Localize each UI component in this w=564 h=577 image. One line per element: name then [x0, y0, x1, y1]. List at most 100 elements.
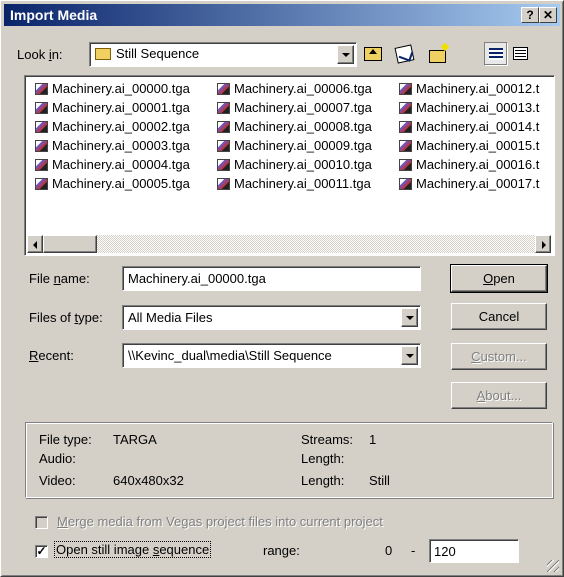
image-file-icon	[217, 178, 230, 190]
list-item[interactable]: Machinery.ai_00004.tga	[35, 156, 213, 174]
list-item[interactable]: Machinery.ai_00016.t	[399, 156, 549, 174]
range-end-value: 120	[434, 544, 456, 559]
chevron-down-icon[interactable]	[401, 346, 418, 365]
recent-label-accel: R	[29, 348, 39, 363]
range-label: range:	[263, 543, 300, 558]
open-button-label: pen	[493, 271, 515, 286]
chevron-down-icon[interactable]	[337, 45, 354, 64]
open-button[interactable]: Open	[450, 264, 548, 293]
recent-label-text: ecent:	[38, 348, 74, 363]
file-name-input[interactable]: Machinery.ai_00000.tga	[122, 266, 421, 291]
image-file-icon	[35, 83, 48, 95]
recent-value: \\Kevinc_dual\media\Still Sequence	[128, 348, 332, 363]
audio-length-label: Length:	[301, 451, 345, 466]
scroll-left-icon[interactable]	[27, 235, 43, 253]
image-file-icon	[35, 178, 48, 190]
list-item[interactable]: Machinery.ai_00001.tga	[35, 99, 213, 117]
list-item[interactable]: Machinery.ai_00006.tga	[217, 80, 395, 98]
file-name-text: Machinery.ai_00006.tga	[234, 81, 372, 96]
file-name-text: Machinery.ai_00013.t	[416, 100, 540, 115]
list-item[interactable]: Machinery.ai_00009.tga	[217, 137, 395, 155]
list-item[interactable]: Machinery.ai_00002.tga	[35, 118, 213, 136]
list-item[interactable]: Machinery.ai_00005.tga	[35, 175, 213, 193]
file-name-text: Machinery.ai_00012.t	[416, 81, 540, 96]
image-file-icon	[35, 140, 48, 152]
list-item[interactable]: Machinery.ai_00014.t	[399, 118, 549, 136]
list-item[interactable]: Machinery.ai_00007.tga	[217, 99, 395, 117]
merge-checkbox[interactable]	[35, 516, 48, 529]
image-file-icon	[217, 102, 230, 114]
chevron-down-icon[interactable]	[401, 308, 418, 327]
image-file-icon	[217, 159, 230, 171]
file-name-text: Machinery.ai_00015.t	[416, 138, 540, 153]
custom-button-label: ustom...	[480, 349, 527, 364]
file-name-text: Machinery.ai_00010.tga	[234, 157, 372, 172]
scroll-thumb[interactable]	[43, 235, 97, 253]
file-name-text: Machinery.ai_00001.tga	[52, 100, 190, 115]
image-file-icon	[399, 178, 412, 190]
custom-button-accel: C	[471, 349, 481, 364]
merge-label-accel: M	[57, 514, 68, 529]
files-of-type-combo[interactable]: All Media Files	[122, 305, 421, 330]
image-file-icon	[399, 102, 412, 114]
files-of-type-label: Files of type:	[29, 310, 103, 325]
file-name-text: Machinery.ai_00003.tga	[52, 138, 190, 153]
help-button[interactable]: ?	[521, 7, 539, 23]
file-type-label: File type:	[39, 432, 92, 447]
import-media-dialog: Import Media ? ✕ Look in: Still Sequence…	[0, 0, 564, 577]
file-name-text: Machinery.ai_00008.tga	[234, 119, 372, 134]
image-file-icon	[35, 159, 48, 171]
list-item[interactable]: Machinery.ai_00010.tga	[217, 156, 395, 174]
list-item[interactable]: Machinery.ai_00015.t	[399, 137, 549, 155]
video-label: Video:	[39, 473, 76, 488]
video-value: 640x480x32	[113, 473, 184, 488]
streams-label: Streams:	[301, 432, 354, 447]
scroll-right-icon[interactable]	[535, 235, 551, 253]
image-file-icon	[217, 83, 230, 95]
title-bar[interactable]: Import Media ? ✕	[4, 4, 560, 26]
media-info-group	[25, 422, 553, 498]
recent-label: Recent:	[29, 348, 74, 363]
file-name-label-text: File	[29, 271, 54, 286]
list-view-icon[interactable]	[484, 42, 508, 66]
close-button[interactable]: ✕	[539, 7, 557, 23]
files-of-type-value: All Media Files	[128, 310, 213, 325]
look-in-label-text: Look	[17, 47, 49, 62]
range-separator: -	[411, 543, 416, 558]
resize-grip[interactable]	[547, 560, 559, 572]
list-item[interactable]: Machinery.ai_00013.t	[399, 99, 549, 117]
image-file-icon	[217, 140, 230, 152]
up-folder-icon[interactable]	[362, 43, 384, 65]
cancel-button[interactable]: Cancel	[451, 303, 547, 330]
list-item[interactable]: Machinery.ai_00012.t	[399, 80, 549, 98]
list-item[interactable]: Machinery.ai_00011.tga	[217, 175, 395, 193]
list-item[interactable]: Machinery.ai_00008.tga	[217, 118, 395, 136]
folder-icon	[95, 48, 111, 60]
image-file-icon	[35, 102, 48, 114]
files-of-type-label-text-end: ype:	[78, 310, 103, 325]
list-item[interactable]: Machinery.ai_00003.tga	[35, 137, 213, 155]
about-button-accel: A	[476, 388, 486, 403]
file-name-value: Machinery.ai_00000.tga	[128, 271, 266, 286]
list-item[interactable]: Machinery.ai_00017.t	[399, 175, 549, 193]
image-file-icon	[399, 121, 412, 133]
image-file-icon	[217, 121, 230, 133]
open-sequence-checkbox[interactable]: ✓	[35, 545, 48, 558]
look-in-label: Look in:	[17, 47, 63, 62]
video-length-label: Length:	[301, 473, 345, 488]
horizontal-scrollbar[interactable]	[27, 235, 551, 253]
merge-label-text: erge media from Vegas project files into…	[67, 514, 383, 529]
details-view-icon[interactable]	[510, 43, 532, 65]
new-folder-icon[interactable]	[428, 42, 450, 65]
list-item[interactable]: Machinery.ai_00000.tga	[35, 80, 213, 98]
favorites-icon[interactable]	[394, 43, 416, 65]
custom-button[interactable]: Custom...	[451, 343, 547, 370]
look-in-combo[interactable]: Still Sequence	[89, 42, 357, 67]
file-name-text: Machinery.ai_00016.t	[416, 157, 540, 172]
recent-combo[interactable]: \\Kevinc_dual\media\Still Sequence	[122, 343, 421, 368]
about-button[interactable]: About...	[451, 382, 547, 409]
file-name-text: Machinery.ai_00002.tga	[52, 119, 190, 134]
range-end-input[interactable]: 120	[429, 539, 519, 563]
streams-value: 1	[369, 432, 377, 447]
range-start: 0	[385, 543, 393, 558]
